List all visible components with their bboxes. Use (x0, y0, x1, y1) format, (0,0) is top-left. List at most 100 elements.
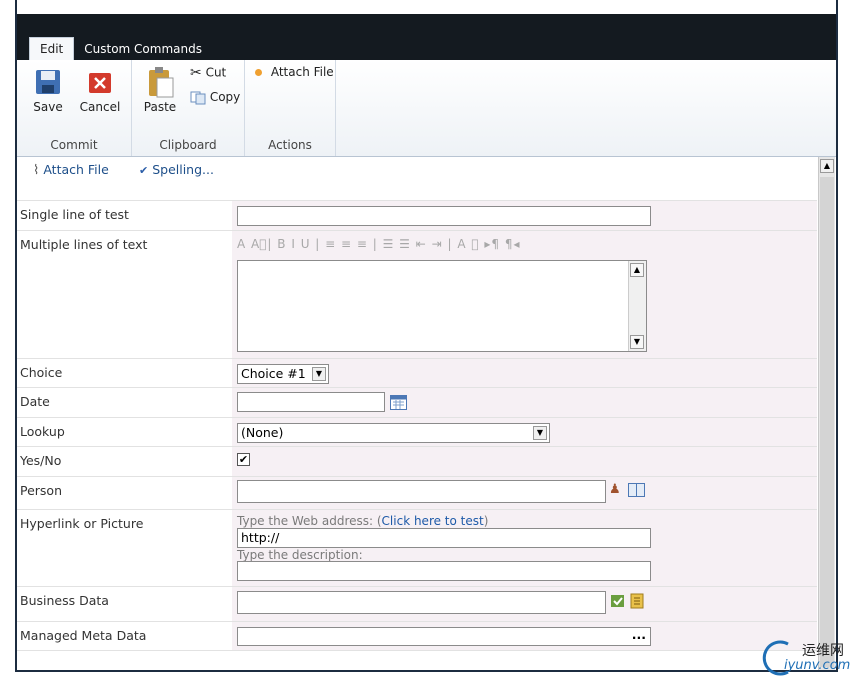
value-cell (232, 587, 817, 621)
browse-entity-icon[interactable] (629, 593, 645, 609)
description-input[interactable] (237, 561, 651, 581)
tab-edit[interactable]: Edit (29, 37, 75, 60)
check-entity-icon[interactable] (610, 593, 626, 609)
clipboard-group-label: Clipboard (159, 138, 217, 152)
copy-button[interactable]: Copy (190, 90, 240, 105)
tab-custom-commands[interactable]: Custom Commands (74, 38, 212, 60)
multi-line-textarea[interactable]: ▲ ▼ (237, 260, 647, 352)
single-line-input[interactable] (237, 206, 651, 226)
choice-selected-value: Choice #1 (241, 366, 306, 381)
yesno-label: Yes/No (20, 453, 62, 468)
paste-label: Paste (143, 100, 177, 114)
textarea-scrollbar[interactable]: ▲ ▼ (628, 261, 646, 351)
spelling-label: Spelling... (152, 162, 214, 177)
value-cell (232, 201, 817, 230)
managed-metadata-row: Managed Meta Data ... (17, 621, 817, 651)
lookup-select[interactable]: (None) ▼ (237, 423, 550, 443)
sharepoint-form-window: Edit Custom Commands Save Cancel Commit … (15, 0, 838, 672)
copy-label: Copy (209, 90, 241, 104)
textarea-scroll-down[interactable]: ▼ (630, 335, 644, 349)
choice-select[interactable]: Choice #1 ▼ (237, 364, 329, 384)
form-toolbar: ⌇ Attach File ✔ Spelling... (17, 157, 817, 185)
spelling-link[interactable]: ✔ Spelling... (139, 162, 214, 177)
person-picker-input[interactable] (237, 480, 606, 503)
single-line-label: Single line of test (20, 207, 129, 222)
url-input[interactable]: http:// (237, 528, 651, 548)
scroll-thumb[interactable] (820, 177, 834, 667)
scroll-up-arrow[interactable]: ▲ (820, 159, 834, 173)
spelling-check-icon: ✔ (139, 164, 149, 177)
lookup-row: Lookup (None) ▼ (17, 417, 817, 446)
date-input[interactable] (237, 392, 385, 412)
click-to-test-link[interactable]: Click here to test (382, 514, 484, 528)
check-names-icon[interactable]: ♟ (609, 482, 621, 497)
yesno-row: Yes/No ✔ (17, 446, 817, 476)
value-cell: (None) ▼ (232, 418, 817, 446)
paste-button[interactable]: Paste (140, 64, 180, 114)
commit-group: Save Cancel Commit (17, 60, 132, 156)
multi-line-label: Multiple lines of text (20, 237, 148, 252)
save-icon (36, 70, 60, 94)
value-cell: ♟ (232, 477, 817, 509)
attach-file-link[interactable]: ⌇ Attach File (33, 162, 109, 178)
site-watermark: 运维网 iyunv.com (762, 638, 862, 682)
address-hint: Type the Web address: (Click here to tes… (237, 514, 488, 528)
value-cell: Choice #1 ▼ (232, 359, 817, 387)
ribbon-attach-file-button[interactable]: Attach File (255, 65, 334, 79)
cut-button[interactable]: ✂ Cut (190, 65, 226, 81)
rich-text-toolbar[interactable]: A A⃞| B I U | ≡ ≡ ≡ | ☰ ☰ ⇤ ⇥ | A ⧉ ▸¶ ¶… (237, 237, 521, 251)
attach-file-label: Attach File (43, 162, 109, 177)
page-scrollbar[interactable]: ▲ (818, 157, 835, 670)
person-label: Person (20, 483, 63, 498)
commit-group-label: Commit (50, 138, 98, 152)
paste-icon (149, 67, 174, 98)
ribbon-attach-label: Attach File (270, 65, 334, 79)
business-data-input[interactable] (237, 591, 606, 614)
save-label: Save (33, 100, 63, 114)
choice-label: Choice (20, 365, 63, 380)
hyperlink-row: Hyperlink or Picture Type the Web addres… (17, 509, 817, 586)
value-cell (232, 388, 817, 417)
ribbon-tabs: Edit Custom Commands (29, 36, 212, 60)
browse-terms-button[interactable]: ... (632, 626, 646, 644)
paperclip-icon: ⌇ (33, 163, 40, 178)
actions-group-label: Actions (268, 138, 312, 152)
description-hint: Type the description: (237, 548, 363, 562)
value-cell: ... (232, 622, 817, 650)
business-data-label: Business Data (20, 593, 109, 608)
value-cell: ✔ (232, 447, 817, 476)
business-data-row: Business Data (17, 586, 817, 621)
textarea-scroll-up[interactable]: ▲ (630, 263, 644, 277)
attach-dot-icon (255, 69, 262, 76)
ribbon: Save Cancel Commit Paste ✂ Cut Copy Clip… (17, 60, 836, 157)
scissors-icon: ✂ (190, 65, 202, 81)
yesno-checkbox[interactable]: ✔ (237, 453, 250, 466)
multi-line-row: Multiple lines of text A A⃞| B I U | ≡ ≡… (17, 230, 817, 358)
save-button[interactable]: Save (31, 68, 65, 114)
watermark-line1: 运维网 (802, 643, 844, 659)
copy-icon (190, 91, 206, 104)
person-row: Person ♟ (17, 476, 817, 509)
cancel-label: Cancel (79, 100, 121, 114)
lookup-selected-value: (None) (241, 425, 284, 440)
chevron-down-icon[interactable]: ▼ (312, 367, 326, 381)
actions-group: Attach File Actions (245, 60, 336, 156)
watermark-line2: iyunv.com (784, 658, 851, 673)
choice-row: Choice Choice #1 ▼ (17, 358, 817, 387)
managed-metadata-label: Managed Meta Data (20, 628, 147, 643)
value-cell: Type the Web address: (Click here to tes… (232, 510, 817, 586)
hyperlink-label: Hyperlink or Picture (20, 516, 144, 531)
address-hint-text: Type the Web address: ( (237, 514, 382, 528)
date-row: Date (17, 387, 817, 417)
managed-metadata-input[interactable]: ... (237, 627, 651, 646)
cancel-button[interactable]: Cancel (77, 68, 123, 114)
date-label: Date (20, 394, 50, 409)
cut-label: Cut (205, 65, 227, 80)
chevron-down-icon[interactable]: ▼ (533, 426, 547, 440)
address-hint-end: ) (483, 514, 489, 528)
cancel-icon (89, 73, 111, 93)
address-book-icon[interactable] (628, 483, 645, 497)
single-line-row: Single line of test (17, 200, 817, 230)
lookup-label: Lookup (20, 424, 65, 439)
calendar-icon[interactable] (390, 395, 407, 410)
